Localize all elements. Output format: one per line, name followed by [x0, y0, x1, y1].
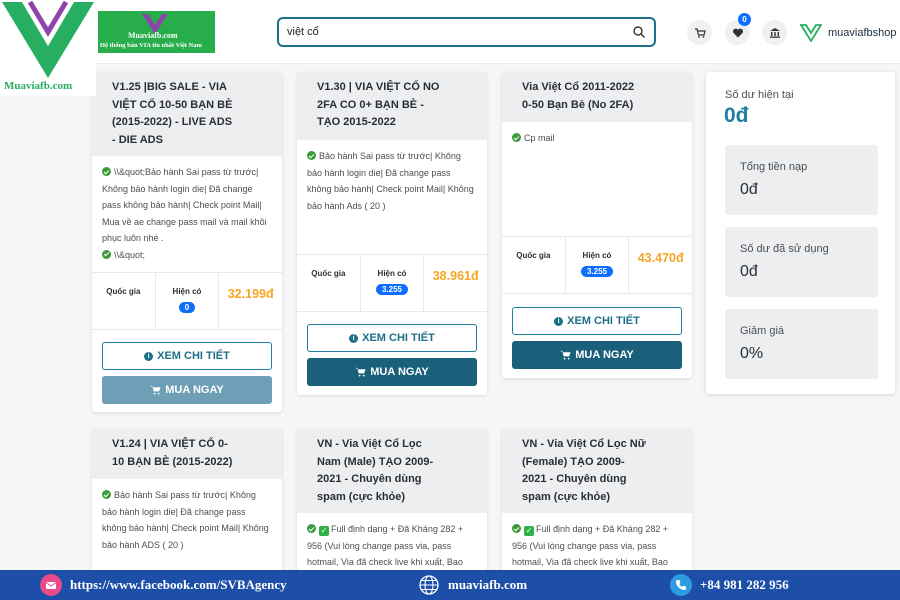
product-price: 43.470đ: [637, 251, 684, 265]
cart-icon: [694, 27, 706, 38]
checkbox-check-icon: ✓: [524, 526, 534, 536]
buy-now-button[interactable]: MUA NGAY: [307, 358, 477, 386]
cart-button[interactable]: [687, 20, 712, 45]
search-input[interactable]: [287, 24, 617, 40]
used-balance-box: Số dư đã sử dụng 0đ: [725, 227, 878, 297]
product-description: Bảo hành Sai pass từ trước| Không bảo hà…: [102, 490, 269, 550]
banner-subtitle: Hệ thống bán VIA tin nhất Việt Nam: [100, 42, 202, 49]
product-description: Cp mail: [512, 130, 682, 147]
stock-badge: 3.255: [375, 284, 409, 295]
total-deposit-box: Tổng tiền nạp 0đ: [725, 145, 878, 215]
product-card: Via Việt Cổ 2011-2022 0-50 Bạn Bè (No 2F…: [502, 72, 692, 378]
buy-now-button[interactable]: MUA NGAY: [102, 376, 272, 404]
discount-value: 0%: [740, 345, 764, 362]
footer-phone[interactable]: +84 981 282 956: [670, 570, 789, 600]
phone-icon: [670, 574, 692, 596]
search-icon[interactable]: [632, 25, 646, 39]
discount-label: Giảm giá: [740, 325, 785, 337]
cart-icon: [560, 350, 571, 360]
cart-icon: [355, 367, 366, 377]
product-card: V1.24 | VIA VIỆT CỔ 0- 10 BẠN BÈ (2015-2…: [92, 429, 282, 589]
view-detail-button[interactable]: i XEM CHI TIẾT: [102, 342, 272, 370]
view-detail-button[interactable]: i XEM CHI TIẾT: [307, 324, 477, 352]
heart-icon: [732, 28, 743, 37]
stock-cell: Hiện có 3.255: [361, 255, 425, 311]
product-title[interactable]: VN - Via Việt Cổ Lọc Nam (Male) TẠO 2009…: [317, 436, 467, 506]
check-circle-icon: [512, 524, 521, 533]
current-balance-label: Số dư hiện tại: [725, 89, 794, 101]
footer-facebook[interactable]: https://www.facebook.com/SVBAgency: [40, 570, 287, 600]
used-balance-label: Số dư đã sử dụng: [740, 243, 829, 255]
check-circle-icon: [307, 524, 316, 533]
product-title[interactable]: V1.25 |BIG SALE - VIA VIỆT CỔ 10-50 BẠN …: [112, 79, 262, 149]
banner-title: Muaviafb.com: [128, 31, 178, 40]
shop-name: muaviafbshop: [828, 27, 897, 39]
country-label: Quốc gia: [92, 273, 156, 329]
bank-button[interactable]: [762, 20, 787, 45]
product-title[interactable]: V1.30 | VIA VIỆT CỔ NO 2FA CO 0+ BẠN BÈ …: [317, 79, 467, 132]
product-card: VN - Via Việt Cổ Lọc Nam (Male) TẠO 2009…: [297, 429, 487, 589]
total-deposit-value: 0đ: [740, 181, 758, 198]
stock-badge: 3.255: [580, 266, 614, 277]
balance-panel: Số dư hiện tại 0đ Tổng tiền nạp 0đ Số dư…: [706, 72, 895, 394]
product-stats: Quốc gia Hiện có 0 32.199đ: [92, 272, 282, 330]
product-card: V1.30 | VIA VIỆT CỔ NO 2FA CO 0+ BẠN BÈ …: [297, 72, 487, 395]
product-description-extra: \\&quot;: [102, 247, 272, 264]
globe-icon: [418, 574, 440, 596]
stock-cell: Hiện có 3.255: [566, 237, 630, 293]
current-balance-value: 0đ: [724, 104, 749, 127]
cart-icon: [150, 385, 161, 395]
stock-badge: 0: [178, 302, 196, 313]
logo-v-icon: [2, 0, 94, 78]
wishlist-count-badge: 0: [738, 13, 751, 26]
product-stats: Quốc gia Hiện có 3.255 43.470đ: [502, 236, 692, 294]
product-description: ✓ Full định dạng + Đã Kháng 282 + 956 (Vu…: [512, 524, 669, 567]
total-deposit-label: Tổng tiền nạp: [740, 161, 808, 173]
info-icon: i: [554, 316, 564, 326]
country-label: Quốc gia: [502, 237, 566, 293]
product-price: 38.961đ: [432, 269, 479, 283]
info-icon: i: [144, 351, 154, 361]
site-banner[interactable]: Muaviafb.com Hệ thống bán VIA tin nhất V…: [98, 11, 215, 53]
product-description: ✓ Full định dạng + Đã Kháng 282 + 956 (Vu…: [307, 524, 464, 567]
product-title[interactable]: Via Việt Cổ 2011-2022 0-50 Bạn Bè (No 2F…: [522, 79, 672, 114]
info-icon: i: [349, 333, 359, 343]
check-circle-icon: [102, 167, 111, 176]
stock-cell: Hiện có 0: [156, 273, 220, 329]
product-title[interactable]: VN - Via Việt Cổ Lọc Nữ (Female) TẠO 200…: [522, 436, 672, 506]
check-circle-icon: [512, 133, 521, 142]
discount-box: Giảm giá 0%: [725, 309, 878, 379]
product-description: Bảo hành Sai pass từ trước| Không bảo hà…: [307, 151, 474, 211]
view-detail-button[interactable]: i XEM CHI TIẾT: [512, 307, 682, 335]
product-card: VN - Via Việt Cổ Lọc Nữ (Female) TẠO 200…: [502, 429, 692, 589]
check-circle-icon: [102, 490, 111, 499]
check-circle-icon: [102, 249, 111, 259]
product-price: 32.199đ: [227, 287, 274, 301]
footer-website[interactable]: muaviafb.com: [418, 570, 527, 600]
buy-now-button[interactable]: MUA NGAY: [512, 341, 682, 369]
country-label: Quốc gia: [297, 255, 361, 311]
used-balance-value: 0đ: [740, 263, 758, 280]
contact-footer: https://www.facebook.com/SVBAgency muavi…: [0, 570, 900, 600]
product-card: V1.25 |BIG SALE - VIA VIỆT CỔ 10-50 BẠN …: [92, 72, 282, 412]
checkbox-check-icon: ✓: [319, 526, 329, 536]
watermark-caption: Muaviafb.com: [4, 80, 73, 92]
product-title[interactable]: V1.24 | VIA VIỆT CỔ 0- 10 BẠN BÈ (2015-2…: [112, 436, 262, 471]
messenger-icon: [40, 574, 62, 596]
search-box: [277, 17, 656, 47]
shop-account[interactable]: muaviafbshop: [800, 24, 897, 42]
product-stats: Quốc gia Hiện có 3.255 38.961đ: [297, 254, 487, 312]
check-circle-icon: [307, 151, 316, 160]
bank-icon: [769, 27, 780, 38]
product-description: \\&quot;Bảo hành Sai pass từ trước| Khôn…: [102, 167, 267, 243]
shop-logo-icon: [800, 24, 822, 42]
top-header: Muaviafb.com Hệ thống bán VIA tin nhất V…: [0, 0, 900, 64]
